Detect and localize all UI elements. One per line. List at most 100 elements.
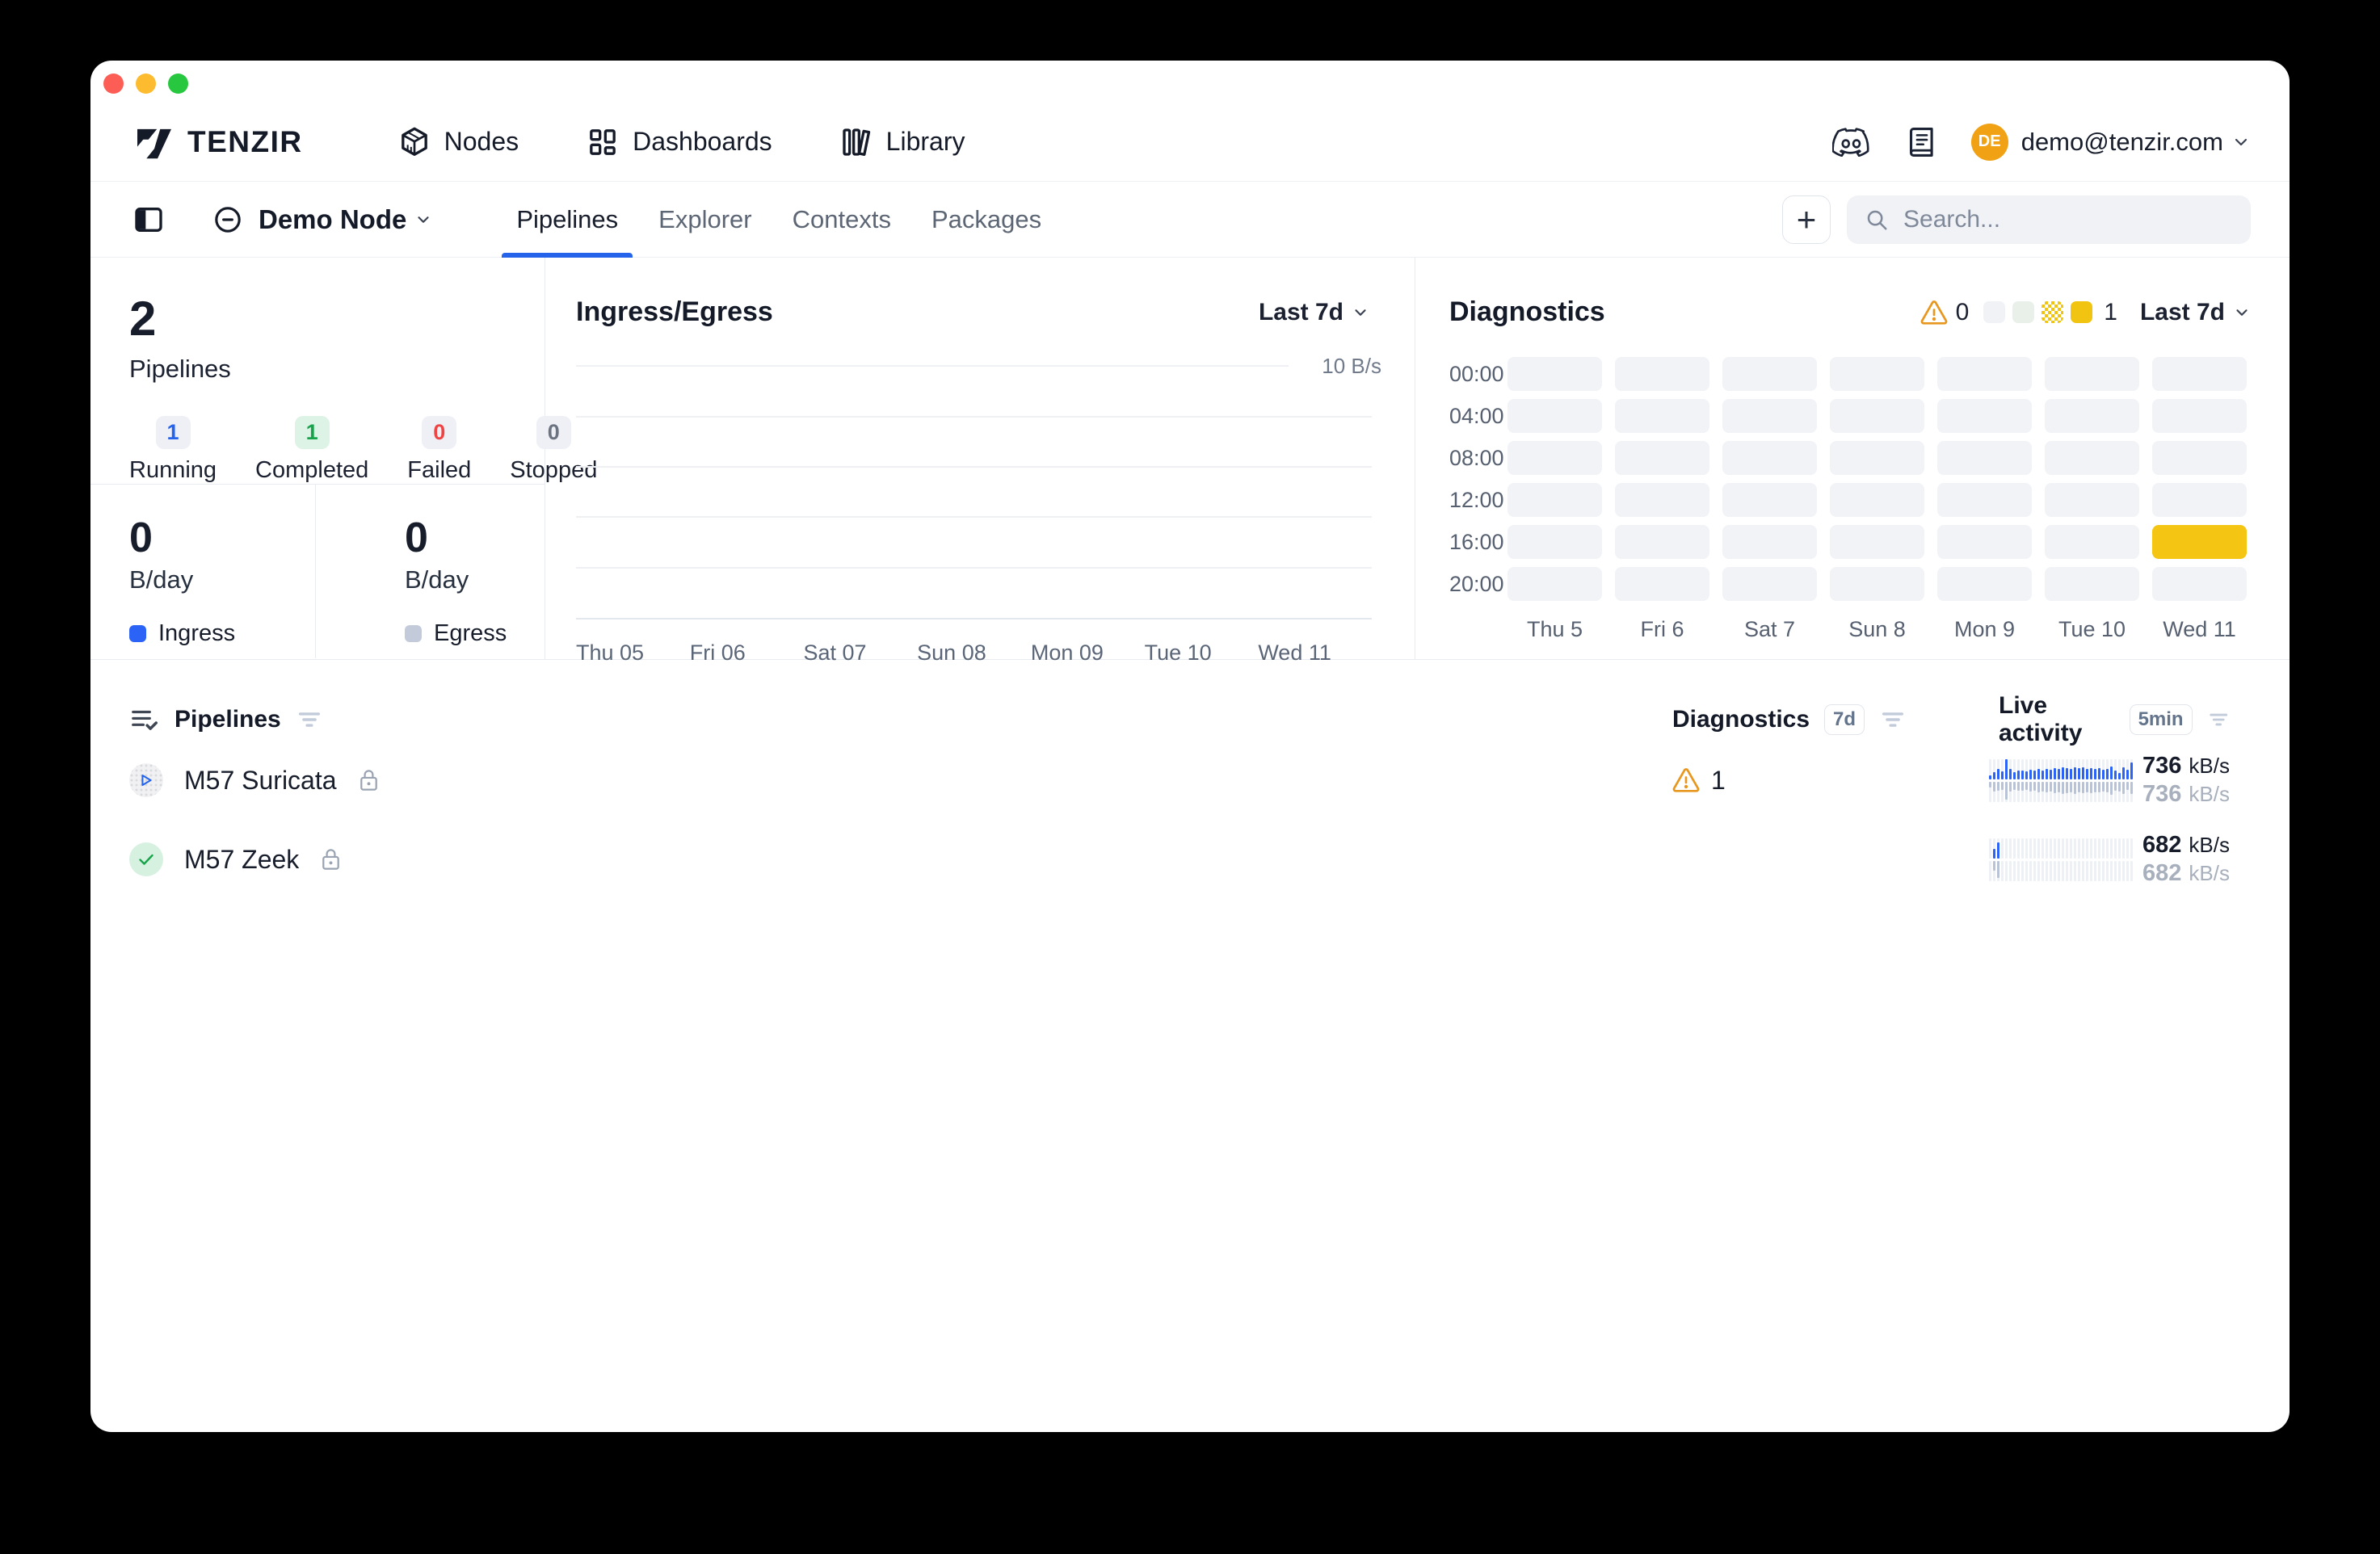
- chart-range-dropdown[interactable]: Last 7d: [1259, 299, 1369, 326]
- heatmap-cell[interactable]: [2045, 399, 2139, 433]
- avatar[interactable]: DE: [1971, 124, 2008, 161]
- close-window-button[interactable]: [103, 74, 124, 94]
- tenzir-logo[interactable]: TENZIR: [136, 125, 303, 159]
- diagnostics-range-badge[interactable]: 7d: [1824, 704, 1865, 735]
- heatmap-cell[interactable]: [2045, 357, 2139, 391]
- heat-legend-swatch: [1983, 301, 2005, 323]
- heatmap-cell[interactable]: [1830, 567, 1924, 601]
- heatmap-cell[interactable]: [2045, 567, 2139, 601]
- heatmap-day-label: Sun 8: [1830, 609, 1924, 642]
- heatmap-cell[interactable]: [2152, 357, 2247, 391]
- heatmap-cell[interactable]: [1507, 441, 1602, 475]
- nav-item-dashboards[interactable]: Dashboards: [587, 126, 772, 158]
- heatmap-cell[interactable]: [1722, 441, 1817, 475]
- heatmap-cell[interactable]: [1937, 525, 2032, 559]
- heatmap-cell[interactable]: [1830, 399, 1924, 433]
- diagnostics-title: Diagnostics: [1449, 296, 1605, 328]
- heatmap-cell[interactable]: [1507, 567, 1602, 601]
- search-input[interactable]: [1902, 205, 2233, 234]
- heatmap-cell-active[interactable]: [2152, 525, 2247, 559]
- filter-icon[interactable]: [296, 706, 323, 733]
- heatmap-cell[interactable]: [1615, 525, 1709, 559]
- egress-rate: 0 B/day Egress: [316, 485, 507, 658]
- heatmap-cell[interactable]: [2045, 441, 2139, 475]
- heatmap-cell[interactable]: [1830, 441, 1924, 475]
- nav-item-library[interactable]: Library: [840, 126, 965, 158]
- tab-pipelines[interactable]: Pipelines: [502, 182, 633, 258]
- list-check-icon[interactable]: [129, 704, 160, 735]
- heatmap-cell[interactable]: [1507, 483, 1602, 517]
- pipeline-row-m57-zeek[interactable]: M57 Zeek 682kB/s 682kB/s: [90, 820, 2290, 899]
- add-pipeline-button[interactable]: +: [1782, 195, 1831, 244]
- live-range-badge[interactable]: 5min: [2130, 704, 2193, 735]
- row-warning-count: 1: [1711, 766, 1726, 796]
- heatmap-cell[interactable]: [1830, 525, 1924, 559]
- heatmap-cell[interactable]: [1507, 357, 1602, 391]
- heatmap-cell[interactable]: [1830, 483, 1924, 517]
- heatmap-cell[interactable]: [1615, 357, 1709, 391]
- heatmap-cell[interactable]: [1830, 357, 1924, 391]
- y-axis-tick: 10 B/s: [1322, 354, 1381, 379]
- zoom-window-button[interactable]: [168, 74, 188, 94]
- tab-packages[interactable]: Packages: [917, 182, 1056, 258]
- heatmap-cell[interactable]: [2152, 441, 2247, 475]
- link-icon[interactable]: [212, 204, 244, 236]
- heatmap-cell[interactable]: [1615, 483, 1709, 517]
- heatmap-cell[interactable]: [1937, 483, 2032, 517]
- heatmap-cell[interactable]: [2152, 399, 2247, 433]
- heatmap-cell[interactable]: [1615, 567, 1709, 601]
- pipeline-row-m57-suricata[interactable]: M57 Suricata 1: [90, 741, 2290, 820]
- tab-contexts[interactable]: Contexts: [778, 182, 906, 258]
- check-icon: [137, 850, 156, 869]
- heatmap-cell[interactable]: [1722, 399, 1817, 433]
- heatmap-cell[interactable]: [1722, 525, 1817, 559]
- heatmap-cell[interactable]: [2152, 567, 2247, 601]
- heatmap-cell[interactable]: [1937, 567, 2032, 601]
- status-badge: 1: [156, 416, 191, 449]
- heatmap-cell[interactable]: [2045, 525, 2139, 559]
- heat-max-count: 1: [2104, 299, 2117, 326]
- account-email[interactable]: demo@tenzir.com: [2021, 128, 2223, 157]
- heatmap-cell[interactable]: [2045, 483, 2139, 517]
- sidebar-toggle-icon[interactable]: [132, 204, 165, 236]
- heatmap-cell[interactable]: [1937, 441, 2032, 475]
- diagnostics-heatmap[interactable]: 00:0004:0008:0012:0016:0020:00Thu 5Fri 6…: [1449, 357, 2290, 642]
- x-axis-tick: Tue 10: [1145, 640, 1259, 666]
- status-failed: 0 Failed: [407, 416, 471, 484]
- heatmap-day-label: Thu 5: [1507, 609, 1602, 642]
- filter-icon[interactable]: [1879, 706, 1907, 733]
- heat-legend-swatch: [2012, 301, 2034, 323]
- filter-icon[interactable]: [2207, 706, 2230, 733]
- heatmap-cell[interactable]: [1615, 399, 1709, 433]
- box-icon: [398, 126, 431, 158]
- x-axis-tick: Sun 08: [917, 640, 1031, 666]
- search-box[interactable]: [1847, 195, 2251, 244]
- pipelines-total: 2: [129, 295, 545, 343]
- chevron-down-icon: [2233, 304, 2251, 321]
- heatmap-cell[interactable]: [2152, 483, 2247, 517]
- heatmap-cell[interactable]: [1722, 483, 1817, 517]
- heatmap-time-label: 00:00: [1449, 357, 1495, 391]
- x-axis-tick: Thu 05: [576, 640, 690, 666]
- heatmap-cell[interactable]: [1722, 567, 1817, 601]
- minimize-window-button[interactable]: [136, 74, 156, 94]
- lock-icon: [358, 767, 380, 793]
- heatmap-cell[interactable]: [1507, 525, 1602, 559]
- row-diagnostics[interactable]: 1: [1672, 766, 1987, 796]
- status-completed: 1 Completed: [255, 416, 368, 484]
- pipelines-column-header: Pipelines: [129, 704, 1672, 735]
- heatmap-cell[interactable]: [1507, 399, 1602, 433]
- heatmap-cell[interactable]: [1615, 441, 1709, 475]
- heatmap-cell[interactable]: [1722, 357, 1817, 391]
- pipeline-name: M57 Suricata: [184, 766, 337, 796]
- heatmap-cell[interactable]: [1937, 399, 2032, 433]
- discord-icon[interactable]: [1832, 128, 1869, 157]
- diagnostics-range-dropdown[interactable]: Last 7d: [2140, 299, 2251, 326]
- row-live-activity: 736kB/s 736kB/s: [1987, 752, 2230, 808]
- nav-item-nodes[interactable]: Nodes: [398, 126, 519, 158]
- node-selector[interactable]: Demo Node: [259, 204, 406, 235]
- docs-icon[interactable]: [1907, 125, 1937, 159]
- heatmap-cell[interactable]: [1937, 357, 2032, 391]
- tab-explorer[interactable]: Explorer: [644, 182, 766, 258]
- heatmap-time-label: 04:00: [1449, 399, 1495, 433]
